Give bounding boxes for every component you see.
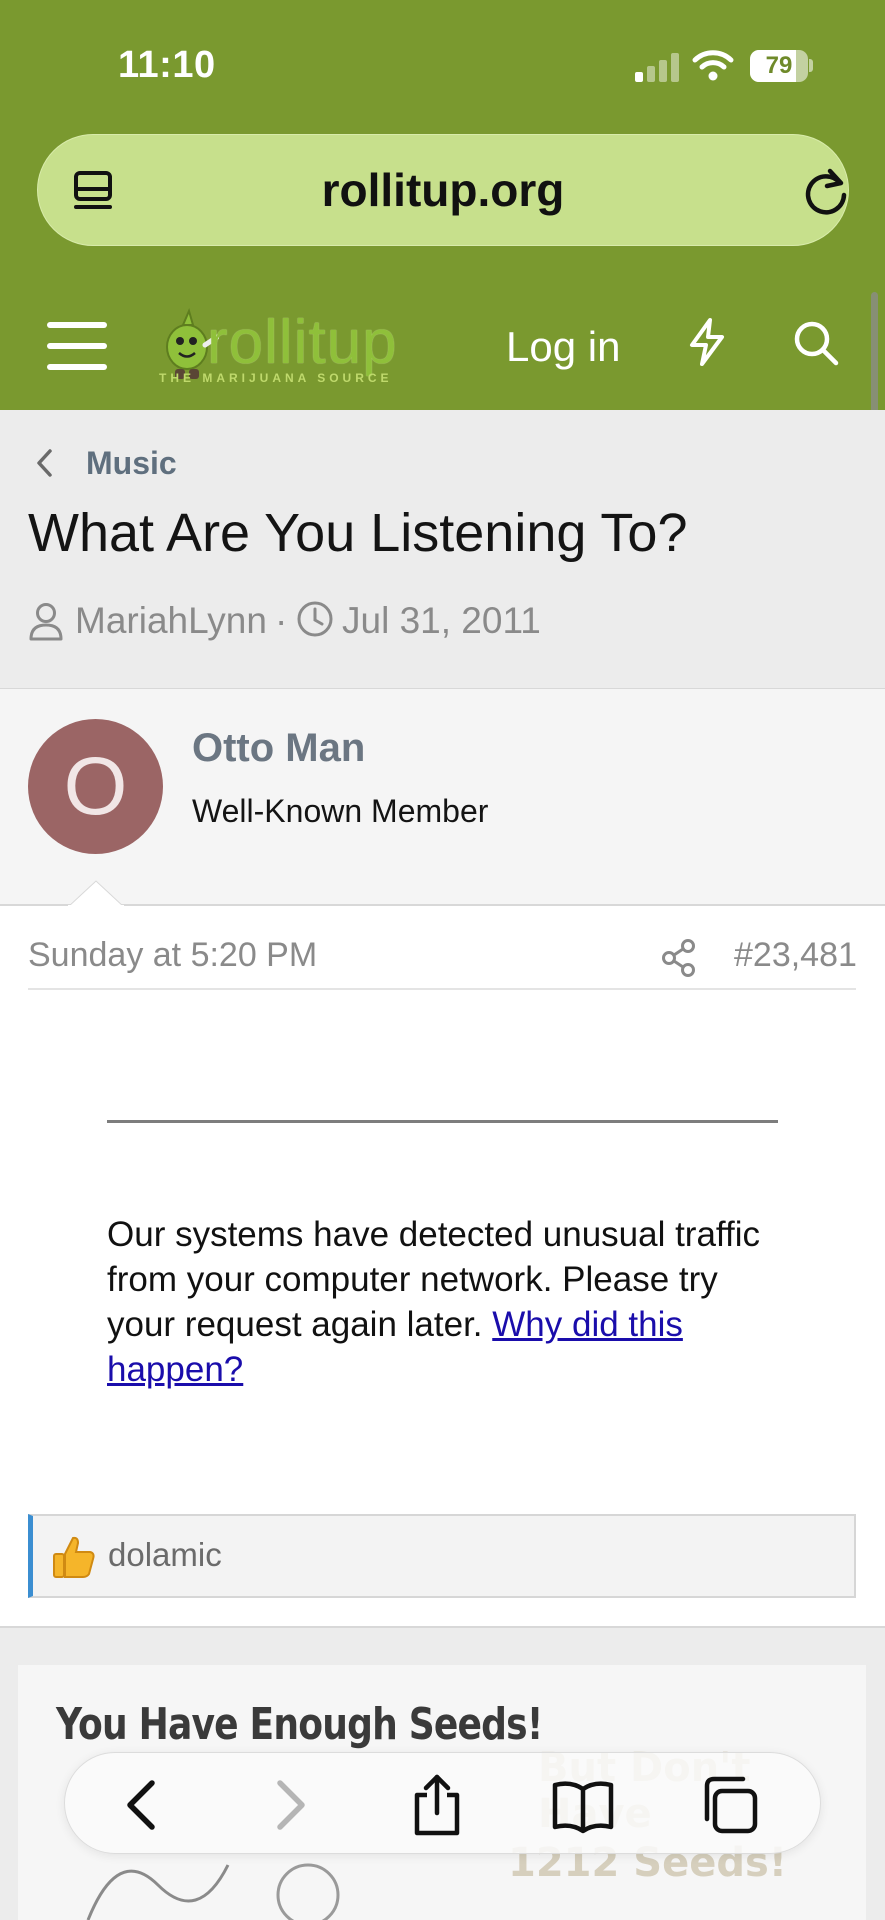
post-number[interactable]: #23,481	[734, 936, 857, 975]
reactions-bar[interactable]: dolamic	[28, 1514, 856, 1598]
share-icon[interactable]	[405, 1773, 469, 1837]
ad-title: You Have Enough Seeds!	[56, 1699, 543, 1750]
thread-date[interactable]: Jul 31, 2011	[342, 600, 541, 642]
clock-icon	[297, 601, 333, 637]
thumbs-up-icon	[53, 1536, 95, 1578]
login-link[interactable]: Log in	[506, 323, 620, 371]
thread-title: What Are You Listening To?	[28, 503, 688, 563]
pointer-arrow	[68, 880, 124, 907]
logo-text: rollitup	[207, 308, 398, 377]
post-username[interactable]: Otto Man	[192, 726, 365, 771]
forward-icon[interactable]	[256, 1773, 320, 1837]
search-icon[interactable]	[793, 320, 839, 366]
share-icon[interactable]	[661, 938, 697, 978]
site-header: rollitup THE MARIJUANA SOURCE Log in	[0, 275, 885, 410]
logo-tagline: THE MARIJUANA SOURCE	[159, 371, 393, 385]
avatar[interactable]: O	[28, 719, 163, 854]
thread-author[interactable]: MariahLynn	[75, 600, 267, 642]
tabs-icon[interactable]	[697, 1773, 761, 1837]
battery-level: 79	[765, 52, 793, 79]
back-icon[interactable]	[112, 1773, 176, 1837]
url-text[interactable]: rollitup.org	[38, 163, 848, 217]
post-date[interactable]: Sunday at 5:20 PM	[28, 936, 317, 975]
thread-header: Music What Are You Listening To? MariahL…	[0, 410, 885, 688]
breadcrumb-link[interactable]: Music	[86, 445, 177, 482]
user-title: Well-Known Member	[192, 793, 489, 829]
bolt-icon[interactable]	[686, 317, 728, 367]
hamburger-icon[interactable]	[47, 322, 107, 370]
user-icon	[29, 603, 63, 641]
status-time: 11:10	[118, 44, 216, 86]
battery-tip	[809, 59, 813, 72]
reload-icon[interactable]	[800, 165, 852, 217]
battery-indicator: 79	[750, 50, 808, 82]
meta-separator: ·	[275, 600, 288, 641]
embed-message: Our systems have detected unusual traffi…	[107, 1212, 787, 1392]
site-logo[interactable]: rollitup THE MARIJUANA SOURCE	[155, 305, 445, 390]
cellular-signal-icon	[635, 52, 681, 82]
wifi-icon	[692, 50, 734, 81]
embed-divider	[107, 1120, 778, 1123]
browser-chrome: 11:10 79 rollitup.org	[0, 0, 885, 275]
chevron-left-icon[interactable]	[34, 448, 56, 478]
address-bar[interactable]: rollitup.org	[37, 134, 849, 246]
post-divider	[28, 988, 856, 990]
post-user-block: O Otto Man Well-Known Member	[0, 688, 885, 907]
browser-toolbar	[64, 1752, 821, 1854]
post-body: Sunday at 5:20 PM #23,481 Our systems ha…	[0, 906, 885, 1628]
reaction-user[interactable]: dolamic	[108, 1536, 222, 1574]
bookmarks-icon[interactable]	[551, 1773, 615, 1837]
